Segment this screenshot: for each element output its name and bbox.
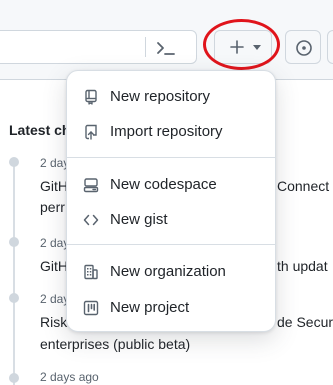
search-divider — [145, 37, 146, 57]
issue-opened-icon — [296, 40, 312, 56]
command-palette-icon[interactable] — [155, 38, 177, 58]
feed-entry-time: 2 day — [40, 292, 70, 306]
top-header — [0, 0, 333, 80]
timeline-dot — [9, 293, 19, 303]
menu-item-new-gist[interactable]: New gist — [67, 205, 275, 235]
menu-item-label: New codespace — [110, 176, 217, 193]
menu-item-new-organization[interactable]: New organization — [67, 257, 275, 287]
feed-entry-title[interactable]: GitH — [40, 175, 68, 197]
feed-entry-title[interactable]: GitH — [40, 255, 68, 277]
menu-item-new-codespace[interactable]: New codespace — [67, 170, 275, 200]
feed-entry-title[interactable]: de Secur — [277, 311, 333, 333]
menu-divider — [67, 244, 275, 245]
feed-title: Latest ch — [9, 122, 71, 138]
menu-item-label: New gist — [110, 211, 168, 228]
menu-item-label: Import repository — [110, 123, 223, 140]
pull-requests-button[interactable] — [327, 30, 333, 64]
repo-icon — [85, 89, 97, 105]
feed-entry-title[interactable]: Risk — [40, 311, 67, 333]
feed-entry-title[interactable]: th updat — [277, 255, 328, 277]
feed-entry-title[interactable]: enterprises (public beta) — [40, 333, 190, 355]
menu-item-label: New repository — [110, 88, 211, 105]
organization-icon — [84, 264, 98, 280]
timeline-dot — [9, 237, 19, 247]
menu-divider — [67, 157, 275, 158]
highlight-circle — [203, 19, 280, 70]
codespaces-icon — [83, 178, 99, 193]
feed-entry-time: 2 days ago — [40, 370, 99, 384]
menu-item-new-project[interactable]: New project — [67, 293, 275, 323]
menu-item-label: New organization — [110, 263, 226, 280]
menu-item-new-repository[interactable]: New repository — [67, 82, 275, 112]
issues-button[interactable] — [285, 30, 321, 64]
feed-entry-time: 2 day — [40, 156, 70, 170]
menu-item-import-repository[interactable]: Import repository — [67, 117, 275, 147]
repo-push-icon — [85, 124, 97, 140]
timeline-dot — [9, 373, 19, 383]
code-icon — [83, 214, 99, 226]
feed-entry-title[interactable]: perr — [40, 196, 65, 218]
menu-item-label: New project — [110, 299, 190, 316]
timeline-dot — [9, 157, 19, 167]
project-icon — [83, 300, 99, 316]
search-input[interactable] — [0, 30, 197, 64]
timeline-line — [13, 160, 15, 385]
create-new-menu: New repository Import repository New cod… — [66, 70, 276, 332]
feed-entry-time: 2 day — [40, 236, 70, 250]
feed-entry-title[interactable]: Connect — [277, 175, 329, 197]
